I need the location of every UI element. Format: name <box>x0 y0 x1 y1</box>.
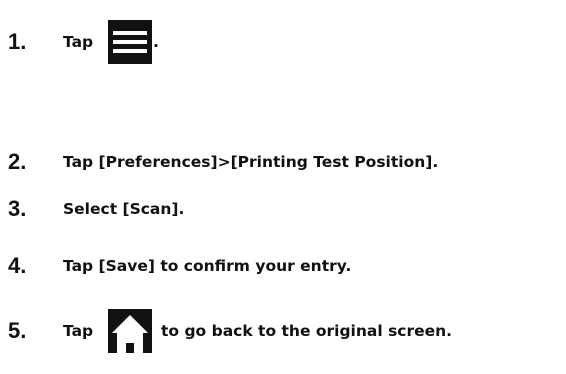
menu-icon <box>108 20 152 64</box>
step-text: Tap [Save] to confirm your entry. <box>63 257 352 275</box>
step-number: 1. <box>8 29 27 54</box>
step-text: Tap <box>63 322 94 340</box>
step-5: 5. Tap to go back to the original screen… <box>0 309 566 353</box>
step-2: 2. Tap [Preferences]>[Printing Test Posi… <box>0 140 566 184</box>
step-text: Select [Scan]. <box>63 200 185 218</box>
step-text: Tap <box>63 33 94 51</box>
step-4: 4. Tap [Save] to confirm your entry. <box>0 244 566 288</box>
step-text-after: . <box>153 33 159 51</box>
step-number: 4. <box>8 253 27 278</box>
step-3: 3. Select [Scan]. <box>0 187 566 231</box>
step-text: Tap [Preferences]>[Printing Test Positio… <box>63 153 439 171</box>
step-1: 1. Tap . <box>0 20 566 64</box>
home-icon <box>108 309 152 353</box>
step-number: 5. <box>8 318 27 343</box>
step-number: 2. <box>8 149 27 174</box>
step-number: 3. <box>8 196 27 221</box>
step-text-after: to go back to the original screen. <box>161 322 453 340</box>
